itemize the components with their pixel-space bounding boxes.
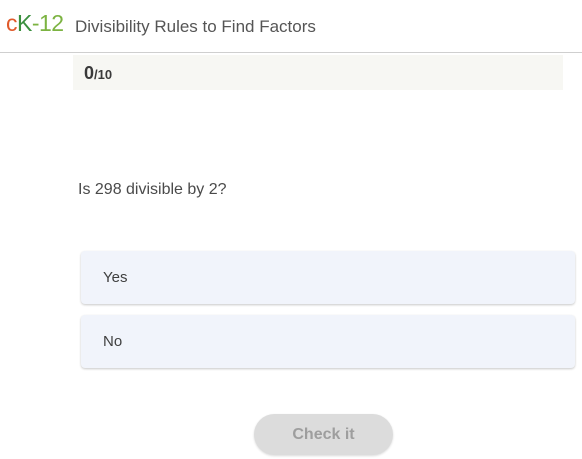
score-value: 0 — [84, 63, 95, 83]
logo-letter-c: c — [6, 10, 18, 36]
score-display: 0/10 — [84, 63, 112, 85]
check-it-button[interactable]: Check it — [254, 414, 393, 455]
score-bar: 0/10 — [73, 55, 563, 90]
logo-number-12: -12 — [31, 10, 64, 36]
question-text: Is 298 divisible by 2? — [78, 181, 227, 198]
score-total: /10 — [94, 67, 113, 82]
ck12-logo[interactable]: cK-12 — [6, 9, 64, 37]
answer-option-label: No — [103, 333, 123, 350]
answer-option-label: Yes — [103, 269, 128, 286]
answer-option-yes[interactable]: Yes — [81, 251, 575, 304]
logo-letter-k: K — [17, 10, 32, 36]
page-title: Divisibility Rules to Find Factors — [75, 17, 316, 36]
top-header: cK-12 Divisibility Rules to Find Factors — [0, 0, 582, 53]
answer-option-no[interactable]: No — [81, 315, 575, 368]
